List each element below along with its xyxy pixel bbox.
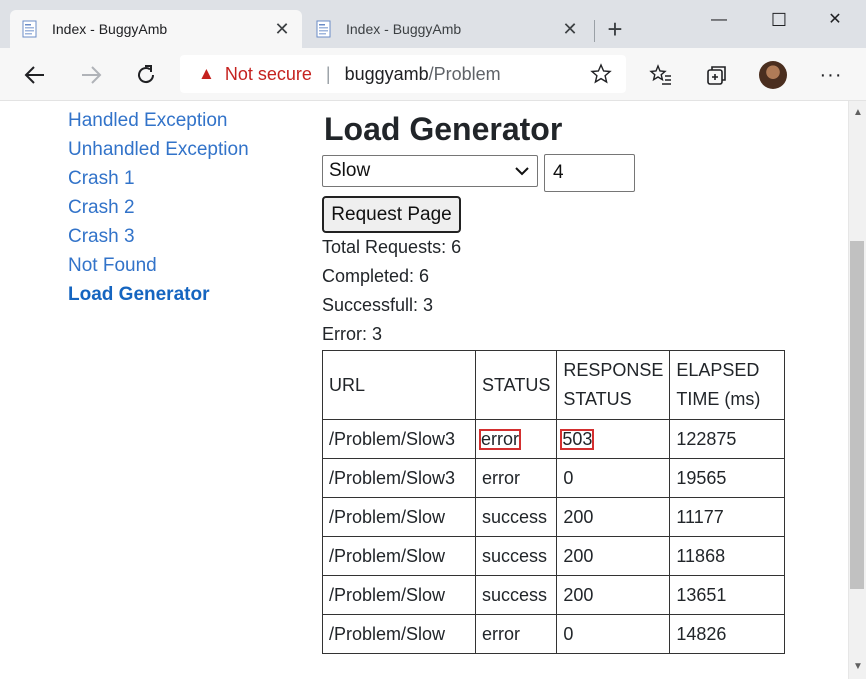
scenario-select-value: Slow (329, 160, 371, 181)
cell-elapsed: 11177 (669, 497, 786, 537)
column-header-elapsed-time: ELAPSED TIME (ms) (669, 350, 786, 420)
completed-count: Completed: 6 (322, 266, 430, 286)
forward-arrow-icon[interactable] (76, 60, 106, 90)
table-row: /Problem/Slow success 200 11177 (322, 497, 786, 537)
cell-url: /Problem/Slow3 (322, 419, 476, 459)
cell-url: /Problem/Slow (322, 575, 476, 615)
back-arrow-icon[interactable] (20, 60, 50, 90)
nav-link-load-generator[interactable]: Load Generator (68, 280, 249, 309)
vertical-scrollbar[interactable]: ▲ ▼ (848, 101, 866, 679)
browser-toolbar: ▲ Not secure | buggyamb/Problem ··· (0, 48, 866, 101)
nav-link-crash-3[interactable]: Crash 3 (68, 222, 249, 251)
page-content: Handled Exception Unhandled Exception Cr… (0, 101, 848, 679)
cell-elapsed: 14826 (669, 614, 786, 654)
page-title: Load Generator (324, 111, 563, 147)
favorite-star-icon[interactable] (590, 63, 612, 90)
more-menu-icon[interactable]: ··· (816, 60, 846, 90)
cell-response-status: 0 (556, 458, 671, 498)
controls-row: Slow (322, 154, 785, 192)
success-count: Successfull: 3 (322, 295, 434, 315)
column-header-response-status: RESPONSE STATUS (556, 350, 671, 420)
minimize-button[interactable]: — (696, 6, 742, 34)
stats-block: Total Requests: 6 Completed: 6 Successfu… (322, 233, 785, 349)
warning-icon[interactable]: ▲ (198, 64, 215, 84)
nav-link-crash-1[interactable]: Crash 1 (68, 164, 249, 193)
close-tab-icon[interactable]: ✕ (272, 19, 292, 40)
request-page-button[interactable]: Request Page (322, 196, 461, 233)
highlighted-response-status: 503 (559, 428, 595, 451)
table-row: /Problem/Slow success 200 11868 (322, 536, 786, 576)
collections-icon[interactable] (702, 60, 732, 90)
cell-url: /Problem/Slow (322, 497, 476, 537)
nav-link-not-found[interactable]: Not Found (68, 251, 249, 280)
not-secure-label[interactable]: Not secure (225, 64, 312, 85)
profile-avatar[interactable] (759, 61, 787, 89)
address-separator: | (325, 63, 331, 84)
favorites-icon[interactable] (646, 60, 676, 90)
sidebar-nav: Handled Exception Unhandled Exception Cr… (68, 106, 249, 309)
cell-url: /Problem/Slow3 (322, 458, 476, 498)
cell-status: error (474, 458, 558, 498)
table-header-row: URL STATUS RESPONSE STATUS ELAPSED TIME … (322, 350, 786, 420)
cell-status: error (474, 614, 558, 654)
cell-elapsed: 13651 (669, 575, 786, 615)
cell-response-status: 200 (556, 536, 671, 576)
cell-elapsed: 122875 (669, 419, 786, 459)
tab-title: Index - BuggyAmb (346, 21, 462, 37)
cell-elapsed: 11868 (669, 536, 786, 576)
column-header-url: URL (322, 350, 476, 420)
scroll-up-arrow-icon[interactable]: ▲ (853, 107, 863, 118)
page-icon (22, 20, 38, 38)
table-row: /Problem/Slow3 error 0 19565 (322, 458, 786, 498)
cell-status: success (474, 575, 558, 615)
table-row: /Problem/Slow error 0 14826 (322, 614, 786, 654)
column-header-status: STATUS (474, 350, 558, 420)
table-row: /Problem/Slow success 200 13651 (322, 575, 786, 615)
page-icon (316, 20, 332, 38)
cell-response-status: 0 (556, 614, 671, 654)
cell-status: success (474, 536, 558, 576)
nav-link-unhandled-exception[interactable]: Unhandled Exception (68, 135, 249, 164)
refresh-icon[interactable] (131, 60, 161, 90)
url-host: buggyamb (344, 63, 429, 84)
url-path: /Problem (428, 63, 501, 84)
tab-inactive[interactable]: Index - BuggyAmb ✕ (304, 10, 590, 48)
cell-status: error (474, 419, 558, 459)
scenario-select[interactable]: Slow (322, 155, 538, 187)
highlighted-status: error (478, 428, 522, 451)
cell-response-status: 200 (556, 497, 671, 537)
cell-status: success (474, 497, 558, 537)
scroll-down-arrow-icon[interactable]: ▼ (853, 661, 863, 672)
new-tab-button[interactable]: + (602, 16, 628, 44)
total-requests: Total Requests: 6 (322, 237, 462, 257)
title-bar: Index - BuggyAmb ✕ Index - BuggyAmb ✕ + … (0, 0, 866, 48)
scrollbar-thumb[interactable] (850, 241, 864, 589)
cell-elapsed: 19565 (669, 458, 786, 498)
request-count-input[interactable] (544, 154, 635, 192)
address-bar[interactable]: ▲ Not secure | buggyamb/Problem (180, 55, 626, 93)
cell-response-status: 200 (556, 575, 671, 615)
cell-url: /Problem/Slow (322, 536, 476, 576)
nav-link-handled-exception[interactable]: Handled Exception (68, 106, 249, 135)
close-tab-icon[interactable]: ✕ (560, 19, 580, 40)
tab-title: Index - BuggyAmb (52, 21, 168, 37)
chevron-down-icon (515, 167, 529, 176)
maximize-button[interactable]: ☐ (756, 6, 802, 34)
results-table: URL STATUS RESPONSE STATUS ELAPSED TIME … (322, 350, 786, 654)
table-row: /Problem/Slow3 error 503 122875 (322, 419, 786, 459)
cell-response-status: 503 (556, 419, 671, 459)
cell-url: /Problem/Slow (322, 614, 476, 654)
close-window-button[interactable]: ✕ (812, 6, 858, 34)
nav-link-crash-2[interactable]: Crash 2 (68, 193, 249, 222)
error-count: Error: 3 (322, 324, 383, 344)
main-panel: Load Generator Slow Request Page Total R… (322, 101, 786, 654)
tab-divider (594, 20, 595, 42)
tab-active[interactable]: Index - BuggyAmb ✕ (10, 10, 302, 48)
